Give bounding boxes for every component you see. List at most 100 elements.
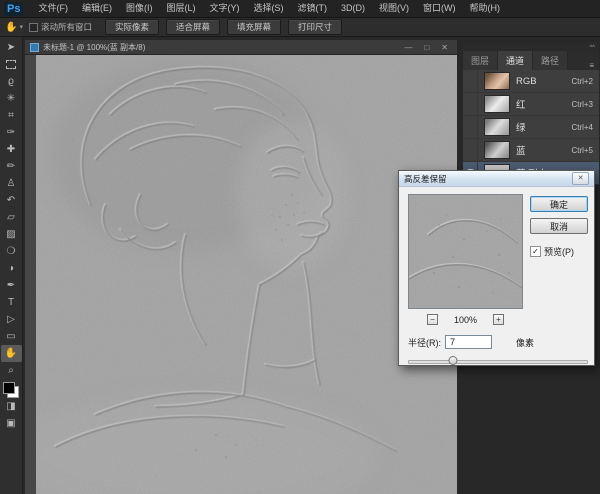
menu-item-8[interactable]: 视图(V) xyxy=(372,0,416,17)
channel-shortcut: Ctrl+3 xyxy=(571,100,599,109)
lasso-tool[interactable]: ϱ xyxy=(1,73,22,90)
menu-item-10[interactable]: 帮助(H) xyxy=(462,0,507,17)
channel-label: RGB xyxy=(516,76,571,87)
channel-row-3[interactable]: 蓝Ctrl+5 xyxy=(463,139,599,162)
radius-input[interactable]: 7 xyxy=(445,335,492,349)
quick-selection-icon: ✳ xyxy=(7,94,15,104)
menu-bar: Ps 文件(F)编辑(E)图像(I)图层(L)文字(Y)选择(S)滤镜(T)3D… xyxy=(0,0,600,18)
channel-label: 蓝 xyxy=(516,143,571,157)
scroll-all-windows-checkbox[interactable] xyxy=(29,23,38,32)
maximize-button[interactable]: □ xyxy=(420,43,433,52)
menu-item-9[interactable]: 窗口(W) xyxy=(416,0,463,17)
eraser-tool[interactable]: ▱ xyxy=(1,209,22,226)
visibility-toggle[interactable] xyxy=(463,70,478,92)
chevron-down-icon[interactable]: ▾ xyxy=(19,23,23,31)
blur-icon: ❍ xyxy=(7,247,16,257)
dodge-tool[interactable]: ◑ xyxy=(1,260,22,277)
quick-selection-tool[interactable]: ✳ xyxy=(1,90,22,107)
document-title: 未标题-1 @ 100%(蓝 副本/8) xyxy=(43,42,396,53)
type-tool[interactable]: T xyxy=(1,294,22,311)
blur-tool[interactable]: ❍ xyxy=(1,243,22,260)
pen-tool[interactable]: ✒ xyxy=(1,277,22,294)
close-button[interactable]: ✕ xyxy=(437,43,452,52)
quick-mask-toggle[interactable]: ◨ xyxy=(1,398,22,415)
menu-item-5[interactable]: 选择(S) xyxy=(246,0,290,17)
brush-tool[interactable]: ✏ xyxy=(1,158,22,175)
screen-mode-toggle-icon: ▣ xyxy=(6,419,15,429)
dodge-icon: ◑ xyxy=(8,264,14,274)
canvas-area[interactable] xyxy=(25,55,457,494)
menu-item-7[interactable]: 3D(D) xyxy=(334,0,372,17)
shape-tool[interactable]: ▭ xyxy=(1,328,22,345)
canvas-image[interactable] xyxy=(36,55,457,494)
preview-checkbox[interactable]: ✓ xyxy=(530,246,541,257)
channel-thumbnail xyxy=(484,72,510,90)
shape-icon: ▭ xyxy=(6,332,15,342)
document-titlebar[interactable]: 未标题-1 @ 100%(蓝 副本/8) — □ ✕ xyxy=(25,40,457,55)
gradient-tool[interactable]: ▨ xyxy=(1,226,22,243)
zoom-tool[interactable]: ⌕ xyxy=(1,362,22,379)
preview-zoom-controls: − 100% + xyxy=(408,314,523,325)
move-tool[interactable]: ➤ xyxy=(1,39,22,56)
crop-icon: ⌗ xyxy=(8,111,14,121)
cancel-button[interactable]: 取消 xyxy=(530,218,588,234)
menu-item-3[interactable]: 图层(L) xyxy=(159,0,202,17)
channel-shortcut: Ctrl+4 xyxy=(571,123,599,132)
visibility-toggle[interactable] xyxy=(463,116,478,138)
healing-brush-tool[interactable]: ✚ xyxy=(1,141,22,158)
toolbox: ➤ ϱ ✳ ⌗ ✑✚ ✏ ♙ ↶▱▨ ❍ ◑ ✒ T ▷ ▭ ✋ ⌕ ◨ ▣ xyxy=(0,37,23,494)
marquee-tool[interactable] xyxy=(1,56,22,73)
menu-item-2[interactable]: 图像(I) xyxy=(119,0,160,17)
tab-channels[interactable]: 通道 xyxy=(498,51,533,70)
zoom-out-button[interactable]: − xyxy=(427,314,438,325)
dialog-titlebar[interactable]: 高反差保留 ✕ xyxy=(399,171,594,187)
channel-row-2[interactable]: 绿Ctrl+4 xyxy=(463,116,599,139)
menu-item-1[interactable]: 编辑(E) xyxy=(75,0,119,17)
clone-stamp-tool[interactable]: ♙ xyxy=(1,175,22,192)
high-pass-dialog: 高反差保留 ✕ 确定 取消 ✓ 预览(P) − 100% + xyxy=(398,170,595,366)
tab-paths[interactable]: 路径 xyxy=(533,51,568,70)
options-button-2[interactable]: 填充屏幕 xyxy=(227,19,281,35)
channel-list: RGBCtrl+2红Ctrl+3绿Ctrl+4蓝Ctrl+5蓝 副本Ctrl+6 xyxy=(463,70,599,185)
visibility-toggle[interactable] xyxy=(463,93,478,115)
tab-layers[interactable]: 图层 xyxy=(463,51,498,70)
options-button-0[interactable]: 实际像素 xyxy=(105,19,159,35)
filter-preview[interactable] xyxy=(408,194,523,309)
radius-slider[interactable] xyxy=(408,356,586,366)
channel-label: 绿 xyxy=(516,120,571,134)
brush-icon: ✏ xyxy=(7,162,15,172)
screen-mode-toggle[interactable]: ▣ xyxy=(1,415,22,432)
collapse-panels-icon[interactable]: ^^ xyxy=(589,45,595,51)
pen-icon: ✒ xyxy=(7,281,15,291)
channel-row-0[interactable]: RGBCtrl+2 xyxy=(463,70,599,93)
menu-item-6[interactable]: 滤镜(T) xyxy=(290,0,334,17)
color-swatches[interactable] xyxy=(3,382,19,398)
path-selection-icon: ▷ xyxy=(7,315,15,325)
hand-tool[interactable]: ✋ xyxy=(1,345,22,362)
clone-stamp-icon: ♙ xyxy=(7,179,16,189)
path-selection-tool[interactable]: ▷ xyxy=(1,311,22,328)
options-button-3[interactable]: 打印尺寸 xyxy=(288,19,342,35)
dialog-title: 高反差保留 xyxy=(404,173,447,185)
hand-icon: ✋ xyxy=(5,349,17,359)
preview-checkbox-label: 预览(P) xyxy=(544,245,574,258)
menu-items: 文件(F)编辑(E)图像(I)图层(L)文字(Y)选择(S)滤镜(T)3D(D)… xyxy=(31,0,507,17)
menu-item-0[interactable]: 文件(F) xyxy=(31,0,75,17)
visibility-toggle[interactable] xyxy=(463,139,478,161)
zoom-in-button[interactable]: + xyxy=(493,314,504,325)
minimize-button[interactable]: — xyxy=(400,43,416,52)
panel-menu-icon[interactable]: ≡ xyxy=(589,61,599,70)
crop-tool[interactable]: ⌗ xyxy=(1,107,22,124)
options-button-1[interactable]: 适合屏幕 xyxy=(166,19,220,35)
radius-slider-track[interactable] xyxy=(408,360,588,364)
channel-row-1[interactable]: 红Ctrl+3 xyxy=(463,93,599,116)
dialog-close-icon[interactable]: ✕ xyxy=(572,172,589,185)
foreground-color-swatch[interactable] xyxy=(3,382,15,394)
menu-item-4[interactable]: 文字(Y) xyxy=(202,0,246,17)
history-brush-tool[interactable]: ↶ xyxy=(1,192,22,209)
radius-slider-thumb[interactable] xyxy=(448,356,457,365)
ok-button[interactable]: 确定 xyxy=(530,196,588,212)
radius-unit-label: 像素 xyxy=(516,336,534,349)
eyedropper-tool[interactable]: ✑ xyxy=(1,124,22,141)
preview-checkbox-row: ✓ 预览(P) xyxy=(530,245,574,258)
